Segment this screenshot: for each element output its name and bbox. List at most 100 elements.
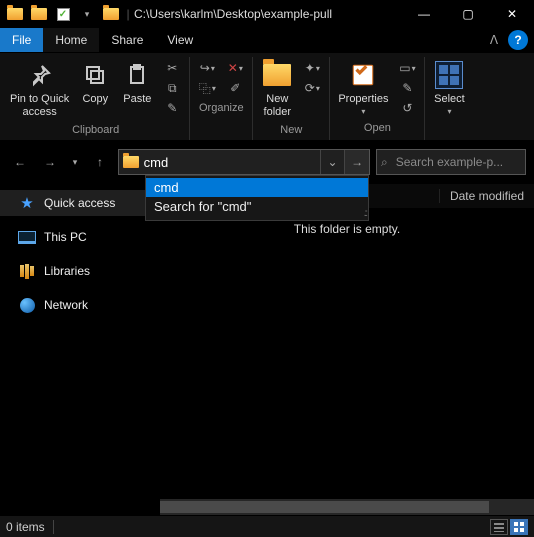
tab-file[interactable]: File <box>0 28 43 52</box>
go-button[interactable]: → <box>344 150 369 174</box>
move-to-button[interactable]: ↪▾ <box>196 59 218 77</box>
properties-icon <box>347 59 379 91</box>
qat-dropdown[interactable]: ▾ <box>76 3 98 25</box>
horizontal-scrollbar[interactable] <box>160 499 534 515</box>
history-button[interactable]: ↺ <box>396 99 418 117</box>
easy-access-button[interactable]: ⟳▾ <box>301 79 323 97</box>
status-item-count: 0 items <box>6 520 45 534</box>
help-button[interactable]: ? <box>508 30 528 50</box>
ribbon-tabs: File Home Share View ᐱ ? <box>0 28 534 52</box>
dropdown-resize-grip[interactable]: .:: <box>364 208 366 219</box>
sidebar-item-network[interactable]: Network <box>0 292 159 318</box>
details-view-button[interactable] <box>490 519 508 535</box>
explorer-window: { "title_path": "C:\\Users\\karlm\\Deskt… <box>0 0 534 537</box>
navigation-pane[interactable]: ★ Quick access This PC Libraries Network <box>0 184 160 515</box>
paste-button[interactable]: Paste <box>117 57 157 108</box>
qat-folder-icon[interactable] <box>4 3 26 25</box>
group-clipboard: Pin to Quickaccess Copy Paste ✂ ⧉ ✎ Clip… <box>2 57 190 140</box>
sidebar-label-libraries: Libraries <box>44 264 90 278</box>
pin-quick-access-button[interactable]: Pin to Quickaccess <box>6 57 73 121</box>
qat-checkbox-icon[interactable]: ✓ <box>52 3 74 25</box>
copy-path-button[interactable]: ⧉ <box>161 79 183 97</box>
cut-button[interactable]: ✂ <box>161 59 183 77</box>
tab-share[interactable]: Share <box>99 28 155 52</box>
back-button[interactable]: ← <box>8 150 32 174</box>
address-folder-icon <box>119 156 144 168</box>
sidebar-item-libraries[interactable]: Libraries <box>0 258 159 284</box>
new-group-label: New <box>280 121 302 140</box>
tab-home[interactable]: Home <box>43 28 99 52</box>
search-input[interactable] <box>394 154 534 170</box>
group-select: Select ▾ <box>425 57 473 140</box>
up-button[interactable]: ↑ <box>88 150 112 174</box>
properties-button[interactable]: Properties ▾ <box>334 57 392 118</box>
navigation-bar: ← → ▾ ↑ ⌄ → cmd Search for "cmd" .:: ⌕ <box>0 141 534 183</box>
ribbon: Pin to Quickaccess Copy Paste ✂ ⧉ ✎ Clip… <box>0 52 534 141</box>
paste-shortcut-button[interactable]: ✎ <box>161 99 183 117</box>
new-item-button[interactable]: ✦▾ <box>301 59 323 77</box>
new-folder-button[interactable]: Newfolder <box>257 57 297 121</box>
thumbnails-view-button[interactable] <box>510 519 528 535</box>
sidebar-label-thispc: This PC <box>44 230 87 244</box>
rename-button[interactable]: ✐ <box>224 79 246 97</box>
select-icon <box>433 59 465 91</box>
organize-group-label: Organize <box>199 99 244 118</box>
new-folder-label-2: folder <box>264 106 292 118</box>
select-button[interactable]: Select ▾ <box>429 57 469 118</box>
status-separator <box>53 520 54 534</box>
ribbon-collapse-button[interactable]: ᐱ <box>482 33 506 47</box>
pin-label-1: Pin to Quick <box>10 93 69 105</box>
recent-locations-button[interactable]: ▾ <box>68 150 82 174</box>
qat-separator: | <box>124 3 132 25</box>
copy-to-button[interactable]: ⿻▾ <box>196 79 218 97</box>
suggestion-cmd[interactable]: cmd <box>146 178 368 197</box>
delete-icon: ✕ <box>228 61 238 75</box>
suggestion-search-cmd[interactable]: Search for "cmd" <box>146 197 368 216</box>
history-icon: ↺ <box>402 101 412 115</box>
open-button[interactable]: ▭▾ <box>396 59 418 77</box>
paste-label: Paste <box>123 93 151 106</box>
address-input[interactable] <box>144 155 320 170</box>
empty-folder-message: This folder is empty. <box>294 222 400 236</box>
select-label: Select <box>434 93 465 106</box>
edit-icon: ✎ <box>402 81 412 95</box>
forward-button[interactable]: → <box>38 150 62 174</box>
scissors-icon: ✂ <box>167 61 177 75</box>
properties-label: Properties <box>338 93 388 106</box>
new-item-icon: ✦ <box>305 61 315 75</box>
address-bar[interactable]: ⌄ → cmd Search for "cmd" .:: <box>118 149 370 175</box>
minimize-button[interactable]: — <box>402 0 446 28</box>
delete-button[interactable]: ✕▾ <box>224 59 246 77</box>
easy-access-icon: ⟳ <box>305 81 315 95</box>
maximize-button[interactable]: ▢ <box>446 0 490 28</box>
clipboard-small-buttons: ✂ ⧉ ✎ <box>159 57 185 119</box>
sidebar-label-network: Network <box>44 298 88 312</box>
qat-folder2-icon[interactable] <box>28 3 50 25</box>
properties-drop-icon: ▾ <box>361 107 365 116</box>
tab-view[interactable]: View <box>155 28 205 52</box>
search-box[interactable]: ⌕ <box>376 149 526 175</box>
group-open: Properties ▾ ▭▾ ✎ ↺ Open <box>330 57 425 140</box>
file-list[interactable]: This folder is empty. <box>160 208 534 499</box>
rename-icon: ✐ <box>230 81 240 95</box>
sidebar-item-this-pc[interactable]: This PC <box>0 224 159 250</box>
address-suggestions-dropdown: cmd Search for "cmd" .:: <box>145 175 369 221</box>
title-bar: ✓ ▾ | C:\Users\karlm\Desktop\example-pul… <box>0 0 534 28</box>
clipboard-group-label: Clipboard <box>72 121 119 140</box>
content-pane: Name Date modified This folder is empty. <box>160 184 534 515</box>
scrollbar-thumb[interactable] <box>160 501 489 513</box>
copy-button[interactable]: Copy <box>75 57 115 108</box>
quick-access-toolbar: ✓ ▾ | <box>4 3 132 25</box>
edit-button[interactable]: ✎ <box>396 79 418 97</box>
group-organize: ↪▾ ⿻▾ ✕▾ ✐ Organize <box>190 57 253 140</box>
window-title: C:\Users\karlm\Desktop\example-pull <box>132 7 402 21</box>
column-date-modified[interactable]: Date modified <box>440 189 534 203</box>
copy-path-icon: ⧉ <box>168 81 177 96</box>
sidebar-item-quick-access[interactable]: ★ Quick access <box>0 190 159 216</box>
address-dropdown-button[interactable]: ⌄ <box>320 150 345 174</box>
copy-label: Copy <box>82 93 108 106</box>
move-to-icon: ↪ <box>200 61 210 75</box>
new-folder-label-1: New <box>266 93 288 105</box>
sidebar-label-quick: Quick access <box>44 196 115 210</box>
close-button[interactable]: ✕ <box>490 0 534 28</box>
